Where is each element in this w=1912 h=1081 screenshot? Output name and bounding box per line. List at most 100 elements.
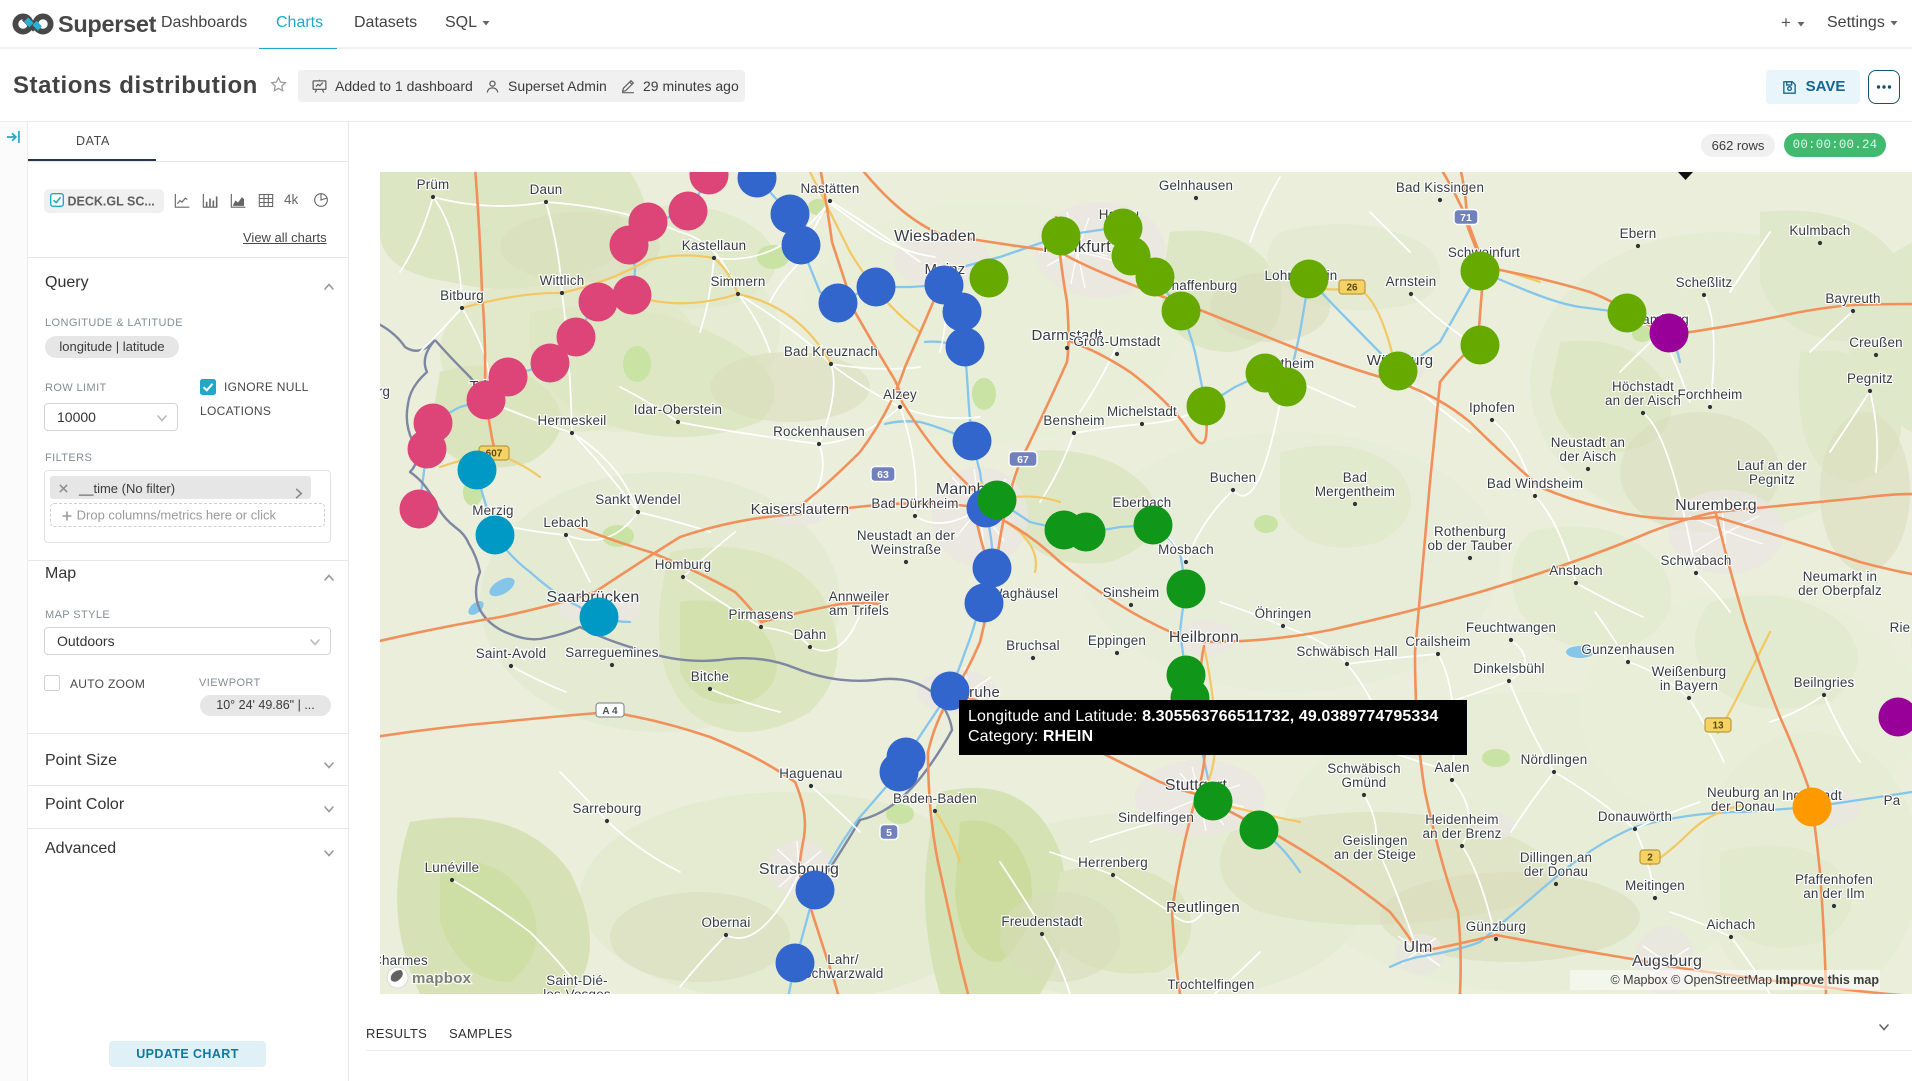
svg-text:Weißenburg: Weißenburg — [1652, 664, 1727, 679]
svg-text:2: 2 — [1647, 853, 1653, 864]
svg-text:Rie: Rie — [1890, 620, 1911, 635]
svg-text:Eberbach: Eberbach — [1113, 495, 1172, 510]
svg-text:Nördlingen: Nördlingen — [1521, 752, 1588, 767]
svg-text:Freudenstadt: Freudenstadt — [1001, 914, 1082, 929]
svg-text:der Donau: der Donau — [1711, 799, 1775, 814]
svg-text:Mergentheim: Mergentheim — [1315, 484, 1395, 499]
svg-text:Baden-Baden: Baden-Baden — [893, 791, 977, 806]
svg-text:Pirmasens: Pirmasens — [728, 607, 793, 622]
svg-text:Daun: Daun — [530, 182, 563, 197]
svg-text:Groß-Umstadt: Groß-Umstadt — [1073, 334, 1160, 349]
svg-text:Pegnitz: Pegnitz — [1847, 371, 1893, 386]
svg-text:Bensheim: Bensheim — [1043, 413, 1104, 428]
svg-text:Ebern: Ebern — [1620, 226, 1657, 241]
svg-text:Bitche: Bitche — [691, 669, 729, 684]
svg-text:Gelnhausen: Gelnhausen — [1159, 178, 1233, 193]
svg-text:Hermeskeil: Hermeskeil — [538, 413, 607, 428]
svg-text:Pa: Pa — [1884, 793, 1901, 808]
svg-text:Sarreguemines: Sarreguemines — [565, 645, 659, 660]
svg-text:Schwäbisch: Schwäbisch — [1327, 761, 1400, 776]
svg-text:Kastellaun: Kastellaun — [682, 238, 747, 253]
svg-text:Augsburg: Augsburg — [1632, 953, 1702, 970]
svg-text:Scheßlitz: Scheßlitz — [1676, 275, 1733, 290]
svg-text:Ansbach: Ansbach — [1549, 563, 1603, 578]
svg-text:der Donau: der Donau — [1524, 864, 1588, 879]
svg-text:Homburg: Homburg — [655, 557, 711, 572]
svg-text:Nastätten: Nastätten — [800, 181, 859, 196]
svg-text:Neustadt an der: Neustadt an der — [857, 528, 956, 543]
svg-text:Aichach: Aichach — [1706, 917, 1755, 932]
svg-text:Geislingen: Geislingen — [1342, 833, 1407, 848]
svg-text:Kaiserslautern: Kaiserslautern — [751, 501, 850, 518]
svg-text:Prüm: Prüm — [417, 177, 450, 192]
svg-text:am Trifels: am Trifels — [829, 603, 889, 618]
svg-text:Wiesbaden: Wiesbaden — [894, 228, 976, 245]
svg-text:Rothenburg: Rothenburg — [1434, 524, 1506, 539]
svg-text:67: 67 — [1017, 454, 1029, 466]
svg-text:Sindelfingen: Sindelfingen — [1118, 810, 1194, 825]
svg-text:Schwabach: Schwabach — [1660, 553, 1731, 568]
svg-text:Bad Dürkheim: Bad Dürkheim — [871, 496, 958, 511]
svg-text:Bad Kreuznach: Bad Kreuznach — [784, 344, 878, 359]
svg-text:Bayreuth: Bayreuth — [1825, 291, 1880, 306]
svg-text:63: 63 — [877, 469, 889, 481]
svg-text:Sarrebourg: Sarrebourg — [573, 801, 642, 816]
svg-text:Trochtelfingen: Trochtelfingen — [1167, 977, 1254, 992]
svg-text:Arnstein: Arnstein — [1386, 274, 1437, 289]
svg-text:an der Aisch: an der Aisch — [1605, 393, 1681, 408]
svg-text:der Oberpfalz: der Oberpfalz — [1798, 583, 1882, 598]
svg-text:Heilbronn: Heilbronn — [1169, 629, 1239, 646]
svg-text:Bad Windsheim: Bad Windsheim — [1487, 476, 1583, 491]
svg-text:ob der Tauber: ob der Tauber — [1428, 538, 1513, 553]
svg-text:Charmes: Charmes — [380, 953, 428, 968]
svg-text:Sinsheim: Sinsheim — [1103, 585, 1160, 600]
svg-text:Sankt Wendel: Sankt Wendel — [595, 492, 681, 507]
svg-text:Forchheim: Forchheim — [1677, 387, 1742, 402]
svg-text:an der Steige: an der Steige — [1334, 847, 1416, 862]
svg-text:71: 71 — [1460, 212, 1472, 224]
svg-text:Creußen: Creußen — [1849, 335, 1903, 350]
svg-text:Öhringen: Öhringen — [1255, 606, 1312, 621]
svg-text:A 4: A 4 — [602, 706, 618, 717]
svg-text:26: 26 — [1346, 283, 1358, 294]
svg-text:der Aisch: der Aisch — [1560, 449, 1617, 464]
svg-text:Beilngries: Beilngries — [1794, 675, 1855, 690]
svg-text:Michelstadt: Michelstadt — [1107, 404, 1177, 419]
svg-text:Saint-Dié-: Saint-Dié- — [546, 973, 608, 988]
svg-text:Neumarkt in: Neumarkt in — [1803, 569, 1877, 584]
svg-text:Haguenau: Haguenau — [779, 766, 842, 781]
svg-text:Nuremberg: Nuremberg — [1675, 497, 1757, 514]
svg-text:Höchstadt: Höchstadt — [1612, 379, 1674, 394]
svg-text:Schwäbisch Hall: Schwäbisch Hall — [1296, 644, 1397, 659]
svg-text:Aalen: Aalen — [1434, 760, 1469, 775]
svg-text:Idar-Oberstein: Idar-Oberstein — [634, 402, 722, 417]
svg-text:Schwarzwald: Schwarzwald — [802, 966, 883, 981]
svg-text:Dinkelsbühl: Dinkelsbühl — [1473, 661, 1544, 676]
svg-text:Saint-Avold: Saint-Avold — [476, 646, 546, 661]
svg-text:Rockenhausen: Rockenhausen — [773, 424, 865, 439]
svg-text:an der Ilm: an der Ilm — [1803, 886, 1865, 901]
svg-text:Eppingen: Eppingen — [1088, 633, 1146, 648]
svg-text:Pegnitz: Pegnitz — [1749, 472, 1795, 487]
svg-text:Lahr/: Lahr/ — [827, 952, 859, 967]
svg-text:Lebach: Lebach — [543, 515, 588, 530]
svg-text:Gmünd: Gmünd — [1342, 775, 1387, 790]
svg-text:Lauf an der: Lauf an der — [1737, 458, 1807, 473]
svg-text:Wittlich: Wittlich — [540, 273, 585, 288]
svg-text:Neustadt an: Neustadt an — [1551, 435, 1625, 450]
svg-text:Bitburg: Bitburg — [440, 288, 484, 303]
svg-text:Annweiler: Annweiler — [829, 589, 890, 604]
svg-text:Gunzenhausen: Gunzenhausen — [1581, 642, 1674, 657]
svg-text:Lunéville: Lunéville — [425, 860, 480, 875]
svg-text:Heidenheim: Heidenheim — [1425, 812, 1498, 827]
svg-text:Ulm: Ulm — [1403, 939, 1432, 956]
svg-text:Pfaffenhofen: Pfaffenhofen — [1795, 872, 1873, 887]
svg-text:an der Brenz: an der Brenz — [1422, 826, 1501, 841]
svg-text:les-Vosges: les-Vosges — [543, 987, 611, 994]
svg-text:Simmern: Simmern — [711, 274, 766, 289]
svg-text:Meitingen: Meitingen — [1625, 878, 1685, 893]
svg-text:Dahn: Dahn — [794, 627, 827, 642]
svg-text:mapbox: mapbox — [412, 970, 472, 987]
svg-text:Mosbach: Mosbach — [1158, 542, 1214, 557]
svg-text:Reutlingen: Reutlingen — [1166, 899, 1240, 916]
